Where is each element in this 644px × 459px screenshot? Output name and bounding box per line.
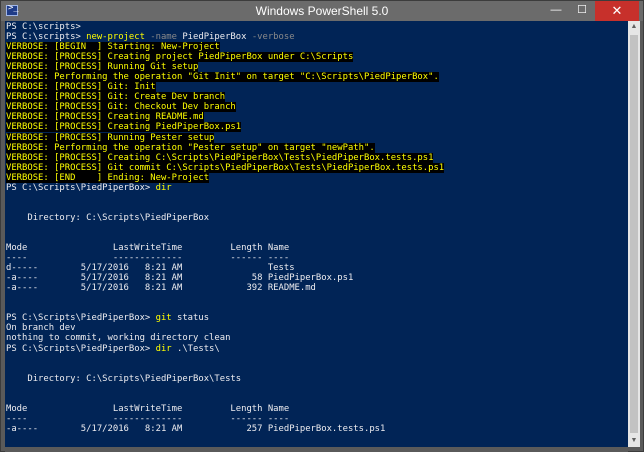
console-text: VERBOSE: Performing the operation "Git I… <box>6 72 439 83</box>
console-text: nothing to commit, working directory cle… <box>6 333 231 344</box>
console-line: ---- ------------- ------ ---- <box>6 253 444 263</box>
console-line: d----- 5/17/2016 8:21 AM Tests <box>6 263 444 273</box>
console-line: ---- ------------- ------ ---- <box>6 414 444 424</box>
console-text: -a---- 5/17/2016 8:21 AM 58 PiedPiperBox… <box>6 273 354 284</box>
console-text: VERBOSE: [PROCESS] Running Git setup <box>6 62 199 73</box>
console-line: PS C:\scripts> new-project -name PiedPip… <box>6 32 444 42</box>
console-text: VERBOSE: [PROCESS] Git commit C:\Scripts… <box>6 162 445 173</box>
console-line: Mode LastWriteTime Length Name <box>6 404 444 414</box>
console-line: VERBOSE: [PROCESS] Git: Create Dev branc… <box>6 92 444 103</box>
console-line: PS C:\Scripts\PiedPiperBox> dir .\Tests\ <box>6 344 444 354</box>
console-line: VERBOSE: [PROCESS] Running Pester setup <box>6 132 444 143</box>
console-text: VERBOSE: [PROCESS] Git: Checkout Dev bra… <box>6 102 236 113</box>
console-text: PiedPiperBox <box>182 32 252 43</box>
scroll-down-icon[interactable]: ▼ <box>628 435 640 447</box>
console-lines: PS C:\scripts> PS C:\scripts> new-projec… <box>6 22 445 447</box>
console-line: Directory: C:\Scripts\PiedPiperBox\Tests <box>6 374 444 384</box>
console-line: VERBOSE: [BEGIN ] Starting: New-Project <box>6 42 444 53</box>
console-line: Directory: C:\Scripts\PiedPiperBox <box>6 213 444 223</box>
console-line: -a---- 5/17/2016 8:21 AM 257 PiedPiperBo… <box>6 424 444 434</box>
console-text: VERBOSE: [END ] Ending: New-Project <box>6 172 210 183</box>
console-text: -a---- 5/17/2016 8:21 AM 392 README.md <box>6 283 316 294</box>
title-bar[interactable]: >_ Windows PowerShell 5.0 — ☐ ✕ <box>1 1 643 21</box>
console-text: PS C:\scripts> <box>6 22 87 32</box>
console-text: -a---- 5/17/2016 8:21 AM 257 PiedPiperBo… <box>6 423 386 434</box>
console-text: PS C:\Scripts\PiedPiperBox> <box>6 313 156 324</box>
console-text: PS C:\Scripts\PiedPiperBox> <box>6 343 156 354</box>
console-line: nothing to commit, working directory cle… <box>6 333 444 343</box>
console-text: VERBOSE: [PROCESS] Creating PiedPiperBox… <box>6 122 242 133</box>
console-line: VERBOSE: [PROCESS] Git: Init <box>6 82 444 93</box>
close-button[interactable]: ✕ <box>595 1 639 21</box>
window-controls: — ☐ ✕ <box>543 1 639 21</box>
minimize-button[interactable]: — <box>543 1 569 21</box>
console-text: ---- ------------- ------ ---- <box>6 253 290 264</box>
maximize-button[interactable]: ☐ <box>569 1 595 21</box>
console-text: On branch dev <box>6 323 76 334</box>
scrollbar-thumb[interactable] <box>630 35 638 433</box>
console-text: -verbose <box>251 32 295 43</box>
console-text: d----- 5/17/2016 8:21 AM Tests <box>6 263 295 274</box>
console-text: VERBOSE: [PROCESS] Running Pester setup <box>6 132 215 143</box>
console-text: VERBOSE: [PROCESS] Git: Create Dev branc… <box>6 92 226 103</box>
console-line: VERBOSE: [PROCESS] Git: Checkout Dev bra… <box>6 102 444 113</box>
bottom-border <box>5 447 628 452</box>
console-line: VERBOSE: [PROCESS] Git commit C:\Scripts… <box>6 162 445 173</box>
console-line: PS C:\scripts> <box>6 22 444 32</box>
console-line: On branch dev <box>6 323 444 333</box>
console-text: PS C:\scripts> <box>6 32 87 43</box>
console-line: -a---- 5/17/2016 8:21 AM 58 PiedPiperBox… <box>6 273 444 283</box>
console-text: Directory: C:\Scripts\PiedPiperBox\Tests <box>6 373 242 384</box>
vertical-scrollbar[interactable]: ▲ ▼ <box>628 21 640 447</box>
console-output[interactable]: PS C:\scripts> PS C:\scripts> new-projec… <box>5 21 628 447</box>
console-text: VERBOSE: [PROCESS] Creating README.md <box>6 112 204 123</box>
console-line: VERBOSE: [PROCESS] Creating C:\Scripts\P… <box>6 152 444 163</box>
console-text: git <box>155 313 177 324</box>
console-line: PS C:\Scripts\PiedPiperBox> git status <box>6 313 444 323</box>
console-text: VERBOSE: Performing the operation "Peste… <box>6 142 375 153</box>
console-text: VERBOSE: [PROCESS] Creating C:\Scripts\P… <box>6 152 434 163</box>
console-line: VERBOSE: Performing the operation "Peste… <box>6 142 444 153</box>
console-text: PS C:\Scripts\PiedPiperBox> <box>6 182 156 193</box>
console-line: VERBOSE: [PROCESS] Creating README.md <box>6 112 444 123</box>
console-line: VERBOSE: [PROCESS] Creating project Pied… <box>6 52 444 63</box>
console-text: Mode LastWriteTime Length Name <box>6 243 290 254</box>
console-text: ---- ------------- ------ ---- <box>6 413 290 424</box>
powershell-window: >_ Windows PowerShell 5.0 — ☐ ✕ PS C:\sc… <box>0 0 644 452</box>
scroll-up-icon[interactable]: ▲ <box>628 21 640 33</box>
console-line: VERBOSE: [PROCESS] Running Git setup <box>6 62 444 73</box>
console-line: VERBOSE: [PROCESS] Creating PiedPiperBox… <box>6 122 444 133</box>
console-line: -a---- 5/17/2016 8:21 AM 392 README.md <box>6 283 444 293</box>
console-text: VERBOSE: [PROCESS] Git: Init <box>6 82 156 93</box>
console-line: PS C:\Scripts\PiedPiperBox> dir <box>6 183 444 193</box>
console-text: VERBOSE: [PROCESS] Creating project Pied… <box>6 52 354 63</box>
console-line: VERBOSE: Performing the operation "Git I… <box>6 72 444 83</box>
console-text: Directory: C:\Scripts\PiedPiperBox <box>6 212 210 223</box>
console-text: status <box>177 313 210 324</box>
console-text: VERBOSE: [BEGIN ] Starting: New-Project <box>6 42 220 53</box>
console-text: Mode LastWriteTime Length Name <box>6 403 290 414</box>
console-text: new-project <box>86 32 151 43</box>
console-line: VERBOSE: [END ] Ending: New-Project <box>6 172 444 183</box>
console-text: .\Tests\ <box>177 343 220 354</box>
console-line: Mode LastWriteTime Length Name <box>6 243 444 253</box>
console-text: -name <box>150 32 183 43</box>
console-text: dir <box>155 182 172 193</box>
console-text: dir <box>155 343 177 354</box>
